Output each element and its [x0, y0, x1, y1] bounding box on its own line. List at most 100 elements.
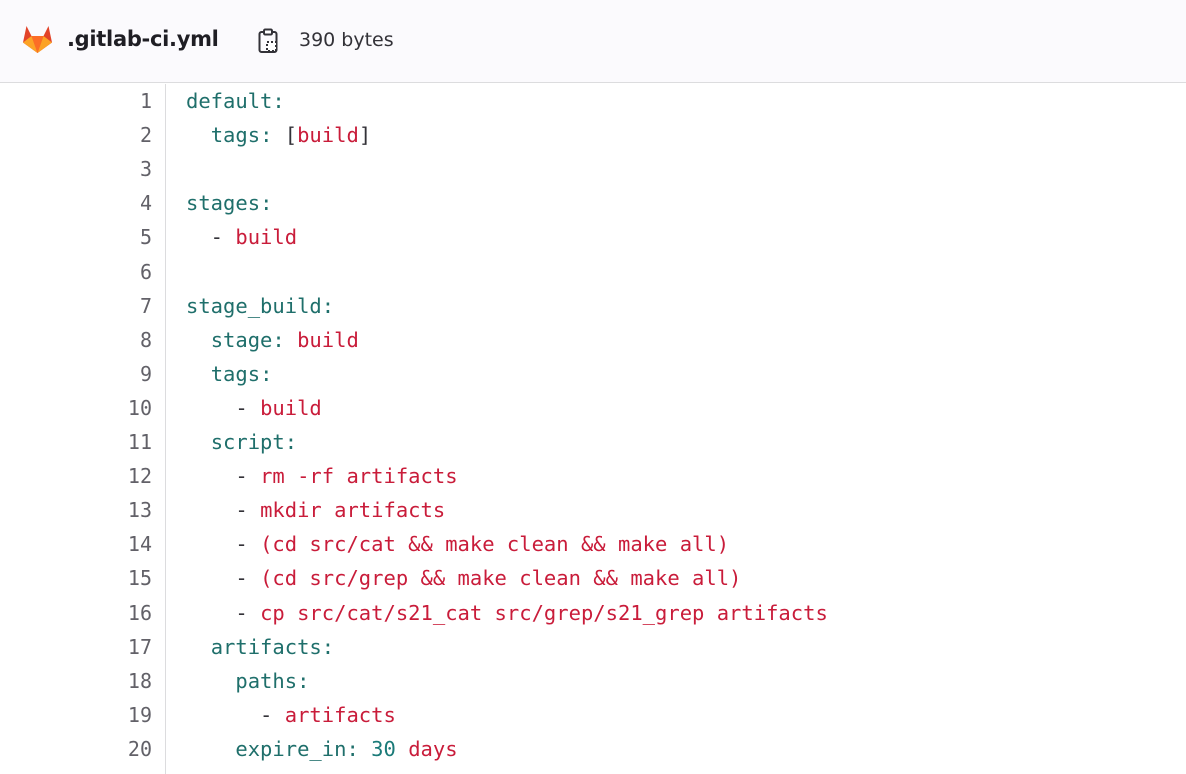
code-token: : — [321, 293, 335, 318]
code-line: 12 - rm -rf artifacts — [0, 459, 1186, 493]
code-content: tags: — [186, 357, 273, 391]
code-line: 13 - mkdir artifacts — [0, 493, 1186, 527]
code-token: expire_in — [235, 736, 347, 761]
code-line: 10 - build — [0, 391, 1186, 425]
line-number[interactable]: 12 — [0, 459, 152, 493]
line-number[interactable]: 11 — [0, 425, 152, 459]
line-number[interactable]: 18 — [0, 664, 152, 698]
line-number[interactable]: 6 — [0, 255, 152, 289]
code-token: days — [408, 736, 458, 761]
code-token: mkdir artifacts — [260, 498, 446, 523]
line-number[interactable]: 7 — [0, 289, 152, 323]
code-content: - (cd src/cat && make clean && make all) — [186, 527, 729, 561]
code-token: build — [297, 327, 359, 352]
code-token: 30 — [371, 736, 396, 761]
gitlab-tanuki-icon — [22, 24, 53, 54]
line-number[interactable]: 15 — [0, 561, 152, 595]
code-content: expire_in: 30 days — [186, 732, 458, 766]
code-line: 6 — [0, 255, 1186, 289]
code-token: - — [186, 600, 261, 625]
code-token: - — [186, 225, 236, 250]
code-content: tags: [build] — [186, 118, 371, 152]
code-content: - build — [186, 391, 321, 425]
line-number[interactable]: 9 — [0, 357, 152, 391]
code-token: : — [272, 89, 285, 113]
line-number[interactable]: 5 — [0, 220, 152, 254]
code-line: 1 default: — [0, 84, 1186, 118]
code-content: default: — [186, 84, 285, 118]
code-token: paths — [235, 668, 298, 693]
code-line: 9 tags: — [0, 357, 1186, 391]
code-token: stages — [186, 191, 261, 216]
line-number[interactable]: 8 — [0, 323, 152, 357]
code-viewer[interactable]: 1 default: 2 tags: [build] 3 4 stages: 5 - bui… — [0, 84, 1186, 774]
code-token: (cd src/cat && make clean && make all) — [260, 532, 730, 557]
file-name[interactable]: .gitlab-ci.yml — [67, 24, 219, 54]
line-number[interactable]: 16 — [0, 596, 152, 630]
code-token: : — [346, 736, 359, 761]
code-content: - artifacts — [186, 698, 396, 732]
line-number[interactable]: 10 — [0, 391, 152, 425]
code-content: paths: — [186, 664, 309, 698]
line-number[interactable]: 14 — [0, 527, 152, 561]
code-token: - — [186, 464, 261, 489]
file-header: .gitlab-ci.yml 390 bytes — [0, 0, 1186, 83]
line-number[interactable]: 3 — [0, 152, 152, 186]
code-token: : — [321, 634, 335, 659]
line-number[interactable]: 1 — [0, 84, 152, 118]
line-number[interactable]: 4 — [0, 186, 152, 220]
code-token: : — [297, 668, 310, 693]
code-line: 19 - artifacts — [0, 698, 1186, 732]
code-line: 20 expire_in: 30 days — [0, 732, 1186, 766]
code-token: build — [235, 225, 298, 250]
code-line: 16 - cp src/cat/s21_cat src/grep/s21_gre… — [0, 596, 1186, 630]
code-line: 3 — [0, 152, 1186, 186]
code-token: stage — [210, 327, 273, 352]
code-content: - build — [186, 220, 297, 254]
line-number[interactable]: 20 — [0, 732, 152, 766]
code-token: artifacts — [284, 702, 396, 727]
code-content: script: — [186, 425, 297, 459]
code-line: 18 paths: — [0, 664, 1186, 698]
code-token: cp src/cat/s21_cat src/grep/s21_grep art… — [260, 600, 828, 625]
code-line: 11 script: — [0, 425, 1186, 459]
code-line: 15 - (cd src/grep && make clean && make … — [0, 561, 1186, 595]
copy-file-path-button[interactable] — [252, 24, 284, 56]
code-line: 7 stage_build: — [0, 289, 1186, 323]
code-token: [ — [272, 123, 298, 148]
code-content: stage_build: — [186, 289, 334, 323]
code-token: : — [260, 191, 273, 216]
code-line: 5 - build — [0, 220, 1186, 254]
code-token: default — [186, 89, 273, 113]
code-content: - mkdir artifacts — [186, 493, 445, 527]
code-content: stages: — [186, 186, 272, 220]
code-token: stage_build — [186, 293, 322, 318]
code-token: - — [186, 532, 261, 557]
code-line: 14 - (cd src/cat && make clean && make a… — [0, 527, 1186, 561]
code-content: - cp src/cat/s21_cat src/grep/s21_grep a… — [186, 596, 828, 630]
code-token: (cd src/grep && make clean && make all) — [260, 566, 742, 591]
line-number[interactable]: 13 — [0, 493, 152, 527]
line-number[interactable]: 2 — [0, 118, 152, 152]
code-content: - rm -rf artifacts — [186, 459, 457, 493]
line-number[interactable]: 19 — [0, 698, 152, 732]
code-token: tags — [210, 123, 261, 148]
line-number[interactable]: 17 — [0, 630, 152, 664]
code-line: 2 tags: [build] — [0, 118, 1186, 152]
code-token: script — [210, 430, 285, 454]
code-token: - — [186, 566, 261, 591]
code-line: 4 stages: — [0, 186, 1186, 220]
code-token: - — [186, 702, 285, 727]
code-token: - — [186, 498, 261, 523]
code-content: artifacts: — [186, 630, 334, 664]
code-token: artifacts — [210, 634, 322, 659]
